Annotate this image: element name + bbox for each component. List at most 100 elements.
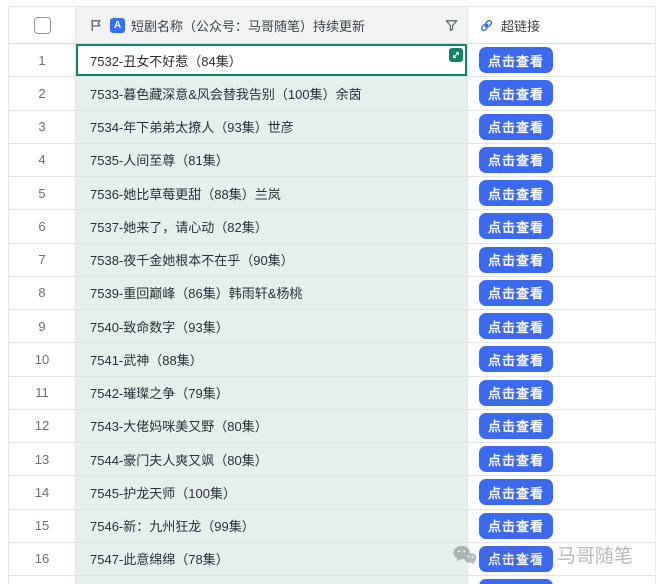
view-link-button[interactable]: 点击查看 [479,114,553,140]
row-number-cell[interactable]: 12 [9,410,76,443]
link-cell: 点击查看 [468,476,656,509]
view-link-button[interactable]: 点击查看 [479,446,553,472]
row-number-cell[interactable]: 15 [9,510,76,543]
name-cell[interactable]: 7532-丑女不好惹（84集） [76,44,468,77]
name-cell[interactable]: 7540-致命数字（93集） [76,310,468,343]
name-cell[interactable]: 7545-护龙天师（100集） [76,476,468,509]
table-row: 1 7532-丑女不好惹（84集） 点击查看 [9,44,655,77]
row-number-cell[interactable]: 6 [9,210,76,243]
view-link-button[interactable]: 点击查看 [479,213,553,239]
link-cell: 点击查看 [468,277,656,310]
view-link-button[interactable]: 点击查看 [479,147,553,173]
drama-title: 7535-人间至尊（81集） [90,150,229,169]
row-number-cell[interactable]: 1 [9,44,76,77]
text-field-type-icon: A [110,18,125,33]
scrollbar-track[interactable] [655,6,664,584]
row-number-cell[interactable]: 4 [9,144,76,177]
view-link-button[interactable]: 点击查看 [479,546,553,572]
drama-title: 7538-夜千金她根本不在乎（90集） [90,250,294,269]
row-number-cell[interactable]: 2 [9,77,76,110]
name-cell[interactable]: 7536-她比草莓更甜（88集）兰岚 [76,177,468,210]
row-number: 14 [35,485,49,500]
drama-title: 7532-丑女不好惹（84集） [90,51,242,70]
table-row: 12 7543-大佬妈咪美又野（80集） 点击查看 [9,410,655,443]
filter-icon[interactable] [444,18,459,33]
row-number-cell[interactable]: 10 [9,343,76,376]
name-cell[interactable]: 7535-人间至尊（81集） [76,144,468,177]
table-row: 2 7533-暮色藏深意&风会替我告别（100集）余茵 点击查看 [9,77,655,110]
drama-title: 7547-此意绵绵（78集） [90,549,229,568]
row-number: 3 [38,119,45,134]
table-row: 6 7537-她来了，请心动（82集） 点击查看 [9,210,655,243]
row-number: 10 [35,352,49,367]
name-cell[interactable]: 7538-夜千金她根本不在乎（90集） [76,244,468,277]
row-number-cell[interactable]: 8 [9,277,76,310]
row-number-cell[interactable]: 3 [9,111,76,144]
link-cell: 点击查看 [468,177,656,210]
drama-title: 7542-璀璨之争（79集） [90,383,229,402]
drama-title: 7536-她比草莓更甜（88集）兰岚 [90,184,281,203]
row-number-cell[interactable]: 13 [9,443,76,476]
row-number: 15 [35,518,49,533]
name-cell[interactable]: 7539-重回巅峰（86集）韩雨轩&杨桃 [76,277,468,310]
row-number: 8 [38,285,45,300]
view-link-button[interactable]: 点击查看 [479,413,553,439]
name-cell[interactable]: 7537-她来了，请心动（82集） [76,210,468,243]
drama-title: 7534-年下弟弟太撩人（93集）世彦 [90,117,294,136]
select-all-cell [9,7,76,44]
drama-title: 7539-重回巅峰（86集）韩雨轩&杨桃 [90,283,302,302]
link-cell: 点击查看 [468,377,656,410]
drama-title: 7541-武神（88集） [90,350,203,369]
name-cell[interactable]: 7544-豪门夫人爽又飒（80集） [76,443,468,476]
name-cell[interactable]: 7541-武神（88集） [76,343,468,376]
table-row: 8 7539-重回巅峰（86集）韩雨轩&杨桃 点击查看 [9,277,655,310]
table-body: 1 7532-丑女不好惹（84集） 点击查看 2 7533-暮色藏深意&风会替我… [9,44,655,584]
view-link-button[interactable]: 点击查看 [479,247,553,273]
link-cell: 点击查看 [468,543,656,576]
row-number: 5 [38,186,45,201]
row-number-cell[interactable]: 11 [9,377,76,410]
row-number: 2 [38,86,45,101]
view-link-button[interactable]: 点击查看 [479,80,553,106]
view-link-button[interactable]: 点击查看 [479,313,553,339]
row-number-cell[interactable] [9,576,76,584]
name-cell[interactable]: 7543-大佬妈咪美又野（80集） [76,410,468,443]
link-column-header[interactable]: 超链接 [468,7,656,44]
drama-title: 7544-豪门夫人爽又飒（80集） [90,450,268,469]
link-cell: 点击查看 [468,44,656,77]
flag-icon [89,18,104,33]
link-cell: 点击查看 [468,244,656,277]
name-cell[interactable]: 7546-新：九州狂龙（99集） [76,510,468,543]
view-link-button[interactable]: 点击查看 [479,380,553,406]
row-number-cell[interactable]: 14 [9,476,76,509]
name-cell[interactable]: 7534-年下弟弟太撩人（93集）世彦 [76,111,468,144]
row-number: 4 [38,152,45,167]
view-link-button[interactable]: 点击查看 [479,47,553,73]
table-row: 14 7545-护龙天师（100集） 点击查看 [9,476,655,509]
view-link-button[interactable]: 点击查看 [479,479,553,505]
name-cell[interactable] [76,576,468,584]
name-cell[interactable]: 7547-此意绵绵（78集） [76,543,468,576]
drama-title: 7533-暮色藏深意&风会替我告别（100集）余茵 [90,84,362,103]
link-cell: 点击查看 [468,410,656,443]
row-number-cell[interactable]: 9 [9,310,76,343]
name-column-header[interactable]: A 短剧名称（公众号：马哥随笔）持续更新 [76,7,468,44]
table-row: 10 7541-武神（88集） 点击查看 [9,343,655,376]
link-cell: 点击查看 [468,210,656,243]
link-cell: 点击查看 [468,77,656,110]
row-number: 16 [35,551,49,566]
view-link-button[interactable]: 点击查看 [479,280,553,306]
view-link-button[interactable]: 点击查看 [479,513,553,539]
row-number-cell[interactable]: 16 [9,543,76,576]
view-link-button[interactable]: 点击查看 [479,180,553,206]
row-number-cell[interactable]: 5 [9,177,76,210]
expand-record-button[interactable] [449,48,463,62]
name-cell[interactable]: 7542-璀璨之争（79集） [76,377,468,410]
select-all-checkbox[interactable] [34,17,51,34]
table-row: 7 7538-夜千金她根本不在乎（90集） 点击查看 [9,244,655,277]
view-link-button[interactable]: 点击查看 [479,579,553,584]
name-cell[interactable]: 7533-暮色藏深意&风会替我告别（100集）余茵 [76,77,468,110]
row-number: 12 [35,418,49,433]
view-link-button[interactable]: 点击查看 [479,346,553,372]
row-number-cell[interactable]: 7 [9,244,76,277]
